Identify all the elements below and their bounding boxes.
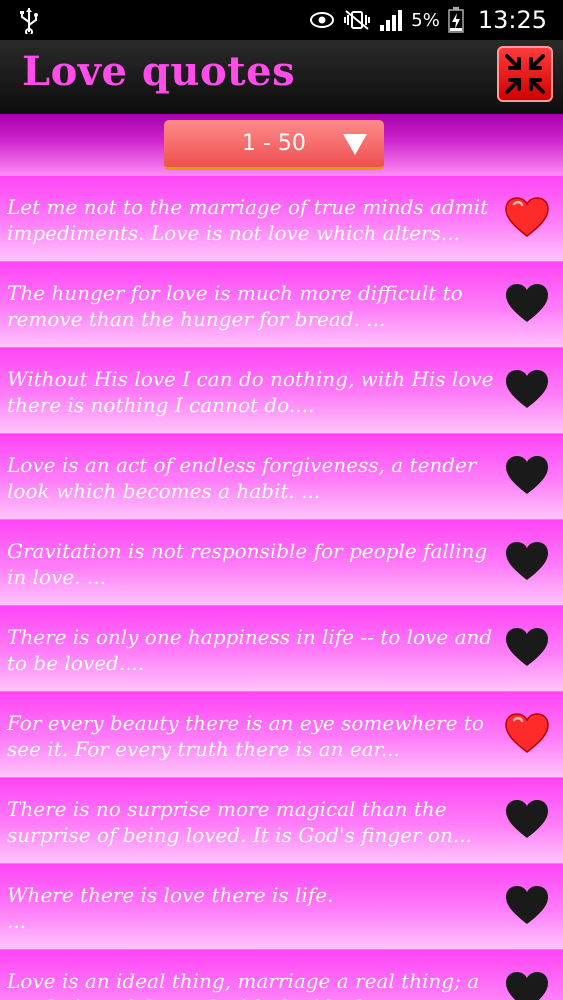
quote-text: Let me not to the marriage of true minds… [7, 195, 489, 245]
quote-row[interactable]: Without His love I can do nothing, with … [0, 348, 563, 434]
clock: 13:25 [477, 6, 547, 34]
quote-row[interactable]: Let me not to the marriage of true minds… [0, 176, 563, 262]
signal-icon [380, 10, 403, 31]
quote-text: Where there is love there is life. ... [7, 883, 334, 933]
heart-filled-icon[interactable] [504, 712, 550, 754]
quote-row[interactable]: The hunger for love is much more difficu… [0, 262, 563, 348]
battery-charging-icon [448, 7, 464, 33]
quote-text: For every beauty there is an eye somewhe… [7, 711, 484, 761]
quote-row[interactable]: Love is an ideal thing, marriage a real … [0, 950, 563, 1000]
quote-text: There is no surprise more magical than t… [7, 797, 472, 847]
range-dropdown-label: 1 - 50 [242, 131, 306, 156]
heart-icon[interactable] [504, 884, 550, 926]
app-title: Love quotes [22, 48, 296, 95]
status-icons: 5% 13:25 [309, 0, 547, 40]
eye-icon [310, 12, 335, 28]
usb-icon [20, 8, 38, 34]
vibrate-muted-icon [344, 10, 371, 30]
quote-text: Love is an act of endless forgiveness, a… [7, 453, 477, 503]
quote-row[interactable]: Love is an act of endless forgiveness, a… [0, 434, 563, 520]
quote-text: Without His love I can do nothing, with … [7, 367, 494, 417]
filter-bar: 1 - 50 [0, 114, 563, 176]
heart-filled-icon[interactable] [504, 196, 550, 238]
battery-percent: 5% [411, 9, 440, 31]
app-title-bar: Love quotes [0, 40, 563, 114]
heart-icon[interactable] [504, 368, 550, 410]
shrink-arrows-icon [505, 54, 545, 94]
range-dropdown[interactable]: 1 - 50 [164, 120, 384, 170]
heart-icon[interactable] [504, 454, 550, 496]
quote-text: Gravitation is not responsible for peopl… [7, 539, 488, 589]
heart-icon[interactable] [504, 970, 550, 1000]
heart-icon[interactable] [504, 540, 550, 582]
dropdown-arrow-icon [343, 134, 367, 155]
quote-text: The hunger for love is much more difficu… [7, 281, 463, 331]
heart-icon[interactable] [504, 798, 550, 840]
quote-text: There is only one happiness in life -- t… [7, 625, 493, 675]
quote-row[interactable]: Gravitation is not responsible for peopl… [0, 520, 563, 606]
quote-row[interactable]: There is no surprise more magical than t… [0, 778, 563, 864]
shrink-button[interactable] [497, 46, 553, 102]
quote-row[interactable]: For every beauty there is an eye somewhe… [0, 692, 563, 778]
quote-text: Love is an ideal thing, marriage a real … [7, 969, 480, 1000]
quote-list[interactable]: Let me not to the marriage of true minds… [0, 176, 563, 1000]
status-bar: 5% 13:25 [0, 0, 563, 40]
quote-row[interactable]: There is only one happiness in life -- t… [0, 606, 563, 692]
heart-icon[interactable] [504, 282, 550, 324]
heart-icon[interactable] [504, 626, 550, 668]
quote-row[interactable]: Where there is love there is life. ... [0, 864, 563, 950]
